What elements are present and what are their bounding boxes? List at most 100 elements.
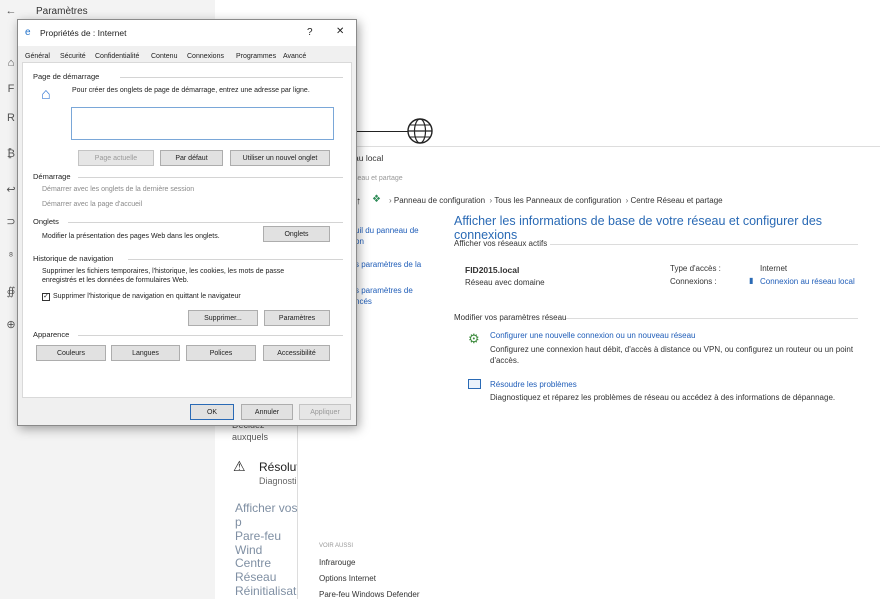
ethernet-icon[interactable]: ₿ xyxy=(4,148,18,160)
see-also-label: Voir aussi xyxy=(319,543,354,549)
divider xyxy=(550,244,858,245)
delete-history-label: Supprimer l'historique de navigation en … xyxy=(53,293,241,300)
left-nav-link[interactable]: ncés xyxy=(355,297,372,306)
startup-section-label: Démarrage xyxy=(33,172,71,181)
proxy-icon[interactable]: ⊕ xyxy=(4,318,18,331)
access-type-value: Internet xyxy=(760,264,788,273)
home-section-label: Page de démarrage xyxy=(33,72,100,81)
tab-general[interactable]: Général xyxy=(25,53,50,60)
connections-label: Connexions : xyxy=(670,277,717,286)
ie-icon: e xyxy=(25,27,31,38)
close-button[interactable]: ✕ xyxy=(336,26,344,37)
troubleshoot-desc: Diagnosti xyxy=(259,476,297,486)
settings-title: Paramètres xyxy=(36,6,88,17)
task-link-troubleshoot[interactable]: Résoudre les problèmes xyxy=(490,380,577,389)
settings-content: Décidez auxquels ⚠ Résoluti Diagnosti Af… xyxy=(215,400,306,599)
settings-line: auxquels xyxy=(232,432,269,442)
settings-link[interactable]: Réinitialisatio xyxy=(235,584,306,598)
back-arrow-icon[interactable]: ← xyxy=(4,5,18,17)
network-type: Réseau avec domaine xyxy=(465,278,545,287)
left-nav-link[interactable]: s paramètres de la xyxy=(355,260,421,269)
troubleshoot-icon xyxy=(468,379,481,389)
settings-link[interactable]: Centre Réseau xyxy=(235,556,300,584)
delete-button[interactable]: Supprimer... xyxy=(188,310,258,326)
history-desc: Supprimer les fichiers temporaires, l'hi… xyxy=(42,268,285,284)
settings-link[interactable]: Afficher vos p xyxy=(235,501,300,529)
see-also-link[interactable]: Pare-feu Windows Defender xyxy=(319,590,420,599)
divider xyxy=(128,259,343,260)
see-also-link[interactable]: Infrarouge xyxy=(319,558,355,567)
modify-settings-label: Modifier vos paramètres réseau xyxy=(454,313,567,322)
connector-line xyxy=(356,131,408,132)
home-icon[interactable]: ⌂ xyxy=(4,57,18,69)
settings-link[interactable]: Pare-feu Wind xyxy=(235,529,300,557)
breadcrumb: › Panneau de configuration › Tous les Pa… xyxy=(389,196,723,205)
new-connection-icon: ⚙ xyxy=(468,331,480,346)
network-status-icon[interactable]: R xyxy=(4,112,18,124)
left-nav-link[interactable]: uil du panneau de xyxy=(355,226,419,235)
troubleshoot-title: Résoluti xyxy=(259,460,303,474)
colors-button[interactable]: Couleurs xyxy=(36,345,106,361)
appearance-section-label: Apparence xyxy=(33,330,70,339)
divider xyxy=(78,177,343,178)
tab-privacy[interactable]: Confidentialité xyxy=(95,53,139,60)
tabs-button[interactable]: Onglets xyxy=(263,226,330,242)
tab-security[interactable]: Sécurité xyxy=(60,53,86,60)
dialup-icon[interactable]: ↩ xyxy=(4,183,18,196)
divider xyxy=(68,222,343,223)
fonts-button[interactable]: Polices xyxy=(186,345,256,361)
warning-icon: ⚠ xyxy=(233,458,246,474)
startup-radio-home-page[interactable]: Démarrer avec la page d'accueil xyxy=(42,201,142,208)
network-name: FID2015.local xyxy=(465,265,520,275)
connection-link[interactable]: Connexion au réseau local xyxy=(760,277,855,286)
languages-button[interactable]: Langues xyxy=(111,345,180,361)
tab-connections[interactable]: Connexions xyxy=(187,53,224,60)
current-page-button: Page actuelle xyxy=(78,150,154,166)
vpn-icon[interactable]: ⊃ xyxy=(4,215,18,228)
delete-history-checkbox[interactable]: ✓ xyxy=(42,293,50,301)
settings-button[interactable]: Paramètres xyxy=(264,310,330,326)
help-button[interactable]: ? xyxy=(307,27,313,38)
task-desc: Configurez une connexion haut débit, d'a… xyxy=(490,345,854,365)
see-also-link[interactable]: Options Internet xyxy=(319,574,376,583)
apply-button: Appliquer xyxy=(299,404,351,420)
internet-properties-dialog: e Propriétés de : Internet ? ✕ Général S… xyxy=(17,19,357,426)
startup-radio-last-session[interactable]: Démarrer avec les onglets de la dernière… xyxy=(42,186,194,193)
left-nav-link[interactable]: s paramètres de xyxy=(355,286,413,295)
tabs-section-label: Onglets xyxy=(33,217,59,226)
cancel-button[interactable]: Annuler xyxy=(241,404,293,420)
tab-content[interactable]: Contenu xyxy=(151,53,177,60)
hotspot-icon[interactable]: ∯ xyxy=(4,285,18,298)
home-page-input[interactable] xyxy=(71,107,334,140)
dialog-title: Propriétés de : Internet xyxy=(40,28,127,38)
home-desc: Pour créer des onglets de page de démarr… xyxy=(72,87,310,94)
ok-button[interactable]: OK xyxy=(190,404,234,420)
network-sharing-center-window: au local seau et partage ↑ ❖ › Panneau d… xyxy=(297,146,880,599)
ethernet-connection-icon: ▮ xyxy=(749,276,754,285)
tab-advanced[interactable]: Avancé xyxy=(283,53,306,60)
divider xyxy=(566,318,858,319)
history-section-label: Historique de navigation xyxy=(33,254,114,263)
network-center-icon: ❖ xyxy=(372,194,381,205)
page-heading: Afficher les informations de base de vot… xyxy=(454,214,823,242)
airplane-icon[interactable]: ⁸ xyxy=(4,250,18,262)
divider xyxy=(78,335,343,336)
window-title: au local xyxy=(354,153,384,163)
active-networks-label: Afficher vos réseaux actifs xyxy=(454,239,548,248)
window-subtitle: seau et partage xyxy=(354,175,403,182)
breadcrumb-item[interactable]: Centre Réseau et partage xyxy=(631,196,723,205)
tab-programs[interactable]: Programmes xyxy=(236,53,276,60)
task-desc: Diagnostiquez et réparez les problèmes d… xyxy=(490,393,836,402)
task-link-new-connection[interactable]: Configurer une nouvelle connexion ou un … xyxy=(490,331,695,340)
breadcrumb-item[interactable]: Tous les Panneaux de configuration xyxy=(494,196,621,205)
home-icon: ⌂ xyxy=(41,86,51,103)
globe-icon xyxy=(407,118,433,144)
breadcrumb-item[interactable]: Panneau de configuration xyxy=(394,196,485,205)
filter-icon[interactable]: F xyxy=(4,83,18,95)
divider xyxy=(120,77,343,78)
accessibility-button[interactable]: Accessibilité xyxy=(263,345,330,361)
default-button[interactable]: Par défaut xyxy=(160,150,223,166)
access-type-label: Type d'accès : xyxy=(670,264,721,273)
new-tab-button[interactable]: Utiliser un nouvel onglet xyxy=(230,150,330,166)
tabs-desc: Modifier la présentation des pages Web d… xyxy=(42,233,220,240)
